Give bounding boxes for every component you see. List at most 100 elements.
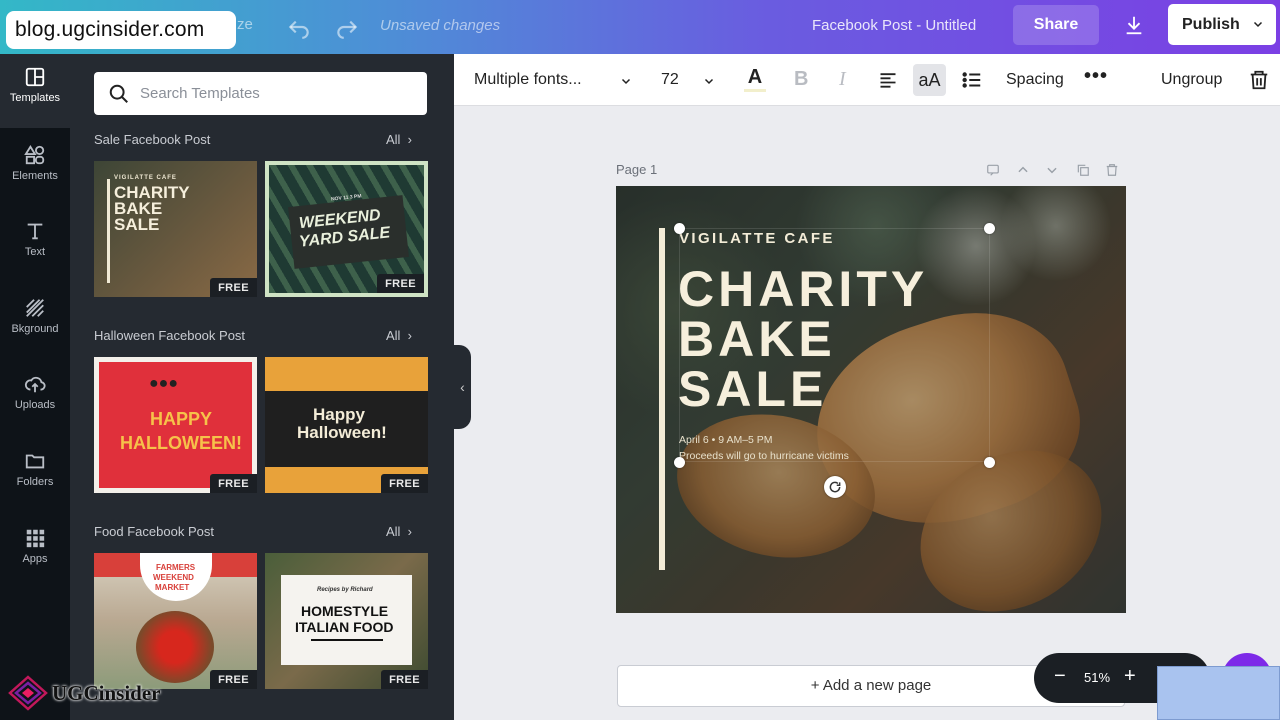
ungroup-button[interactable]: Ungroup (1161, 71, 1222, 89)
thumb-title-line: SALE (114, 215, 160, 234)
thumb-title-line: HALLOWEEN! (120, 433, 242, 453)
design-canvas[interactable]: VIGILATTE CAFE CHARITY BAKE SALE April 6… (616, 186, 1126, 613)
collapse-panel-button[interactable]: ‹ (454, 345, 471, 429)
resize-menu-label[interactable]: ze (237, 16, 253, 33)
list-icon[interactable] (961, 69, 983, 91)
elements-icon (24, 145, 45, 165)
chevron-down-icon[interactable] (702, 75, 716, 87)
rail-item-text[interactable]: Text (0, 208, 70, 282)
section-title: Halloween Facebook Post (94, 328, 246, 343)
chevron-down-icon (1253, 21, 1263, 28)
side-rail: Templates Elements Text Bkground Uploads… (0, 54, 70, 720)
trash-icon[interactable] (1105, 163, 1119, 177)
duplicate-icon[interactable] (1076, 163, 1090, 177)
vertical-rule[interactable] (659, 228, 665, 570)
template-happy-halloween-orange[interactable]: Happy Halloween! FREE (265, 357, 428, 493)
thumb-title-line: HAPPY (150, 409, 213, 429)
skull-icons: ●●● (149, 375, 178, 392)
rail-item-elements[interactable]: Elements (0, 132, 70, 206)
template-weekend-yard-sale[interactable]: NOV 11 3 PM WEEKEND YARD SALE FREE (265, 161, 428, 297)
brand-name: UGCinsider (52, 681, 161, 705)
undo-icon[interactable] (286, 14, 312, 40)
chevron-up-icon[interactable] (1016, 163, 1030, 177)
rail-label: Elements (12, 170, 58, 182)
template-happy-halloween-red[interactable]: ●●● HAPPY HALLOWEEN! FREE (94, 357, 257, 493)
resize-handle[interactable] (674, 457, 685, 468)
page-label: Page 1 (616, 162, 658, 177)
font-size-input[interactable]: 72 (661, 71, 679, 89)
rotate-icon (829, 481, 841, 493)
resize-handle[interactable] (984, 457, 995, 468)
see-all-label: All (386, 132, 401, 147)
see-all-link[interactable]: All › (386, 524, 412, 539)
thumb-title-line: Happy (313, 405, 365, 424)
search-icon (109, 84, 128, 103)
search-box[interactable] (94, 72, 427, 115)
chevron-down-icon[interactable] (1045, 163, 1059, 177)
download-button[interactable] (1112, 5, 1156, 45)
bold-button[interactable]: B (794, 68, 808, 91)
rail-item-uploads[interactable]: Uploads (0, 361, 70, 435)
brand-logo: UGCinsider (8, 675, 161, 711)
comment-icon[interactable] (986, 163, 1000, 177)
publish-button[interactable]: Publish (1168, 4, 1276, 45)
tomato-bowl (136, 611, 214, 683)
text-color-glyph: A (747, 66, 763, 88)
more-options-button[interactable]: ••• (1084, 65, 1108, 88)
text-icon (27, 223, 43, 240)
template-farmers-weekend-market[interactable]: FARMERS WEEKEND MARKET FREE (94, 553, 257, 689)
thumb-title-line: HOMESTYLE (301, 603, 389, 619)
free-badge: FREE (210, 474, 257, 493)
see-all-link[interactable]: All › (386, 132, 412, 147)
template-charity-bake-sale[interactable]: VIGILATTE CAFE CHARITY BAKE SALE FREE (94, 161, 257, 297)
thumb-title-line: FARMERS (156, 563, 196, 572)
chevron-down-icon[interactable] (619, 75, 633, 87)
free-badge: FREE (210, 670, 257, 689)
template-homestyle-italian-food[interactable]: Recipes by Richard HOMESTYLE ITALIAN FOO… (265, 553, 428, 689)
free-badge: FREE (210, 278, 257, 297)
document-title[interactable]: Facebook Post - Untitled (812, 17, 976, 34)
italic-button[interactable]: I (839, 68, 846, 91)
redo-icon[interactable] (334, 14, 360, 40)
share-button[interactable]: Share (1013, 5, 1099, 45)
rail-item-templates[interactable]: Templates (0, 54, 70, 128)
rotate-handle[interactable] (824, 476, 846, 498)
rail-label: Uploads (14, 399, 56, 411)
site-watermark: blog.ugcinsider.com (6, 11, 236, 49)
rail-item-folders[interactable]: Folders (0, 438, 70, 512)
trash-icon[interactable] (1248, 68, 1270, 92)
zoom-out-button[interactable]: − (1054, 665, 1066, 688)
folders-icon (25, 454, 45, 469)
resize-handle[interactable] (984, 223, 995, 234)
rail-item-background[interactable]: Bkground (0, 285, 70, 359)
text-toolbar: Multiple fonts... 72 A B I aA Spacing ••… (454, 54, 1280, 106)
publish-label: Publish (1182, 16, 1240, 33)
letter-case-button[interactable]: aA (913, 64, 946, 96)
apps-icon (26, 529, 45, 548)
selection-box (679, 228, 990, 462)
see-all-label: All (386, 524, 401, 539)
spacing-button[interactable]: Spacing (1006, 71, 1064, 89)
uploads-icon (24, 376, 46, 393)
thumb-caption: VIGILATTE CAFE (114, 175, 177, 181)
rail-label: Templates (9, 92, 61, 104)
save-status: Unsaved changes (380, 17, 501, 34)
zoom-level[interactable]: 51% (1084, 670, 1110, 685)
thumb-caption: Recipes by Richard (317, 587, 373, 593)
font-dropdown[interactable]: Multiple fonts... (474, 71, 582, 89)
rail-label: Folders (16, 476, 54, 488)
align-left-icon[interactable] (877, 70, 899, 90)
text-color-button[interactable]: A (744, 66, 766, 94)
resize-handle[interactable] (674, 223, 685, 234)
search-input[interactable] (140, 72, 420, 115)
see-all-link[interactable]: All › (386, 328, 412, 343)
free-badge: FREE (381, 670, 428, 689)
see-all-label: All (386, 328, 401, 343)
thumb-title-line: MARKET (155, 583, 190, 592)
section-title: Food Facebook Post (94, 524, 214, 539)
rail-item-apps[interactable]: Apps (0, 515, 70, 589)
text-color-swatch (744, 89, 766, 92)
diamond-logo-icon (8, 675, 48, 711)
thumb-divider (311, 639, 383, 641)
zoom-in-button[interactable]: + (1124, 665, 1136, 688)
